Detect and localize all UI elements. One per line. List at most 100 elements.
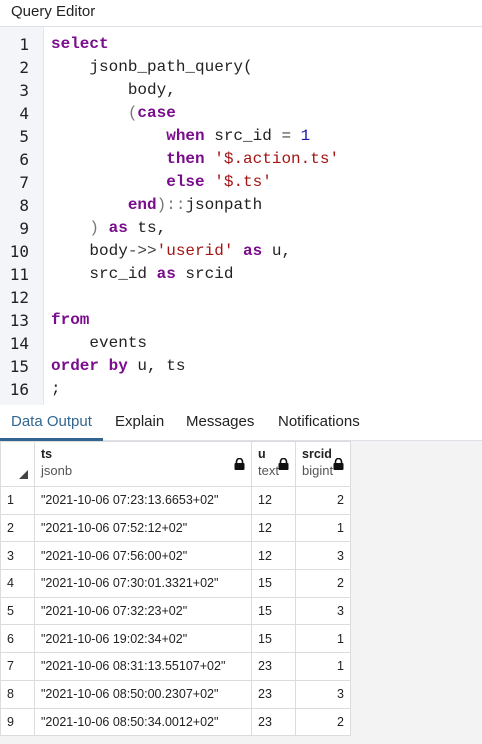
- table-row[interactable]: 3 "2021-10-06 07:56:00+02" 12 3: [0, 541, 351, 571]
- cell-u[interactable]: 23: [251, 652, 296, 681]
- cell-srcid[interactable]: 3: [295, 679, 351, 709]
- line-number: 15: [9, 357, 29, 376]
- cell-u[interactable]: 12: [251, 513, 296, 543]
- table-row[interactable]: 7 "2021-10-06 08:31:13.55107+02" 23 1: [0, 652, 351, 681]
- line-number: 1: [19, 35, 29, 54]
- cell-srcid[interactable]: 1: [295, 652, 351, 681]
- cell-u[interactable]: 23: [251, 679, 296, 709]
- code-token: ts,: [127, 219, 167, 237]
- code-line[interactable]: 10 body->>'userid' as u,: [0, 240, 482, 263]
- cell-srcid[interactable]: 2: [295, 569, 351, 598]
- code-line[interactable]: 16;: [0, 378, 482, 401]
- lock-icon: [278, 458, 289, 470]
- cell-u[interactable]: 15: [251, 569, 296, 598]
- cell-u[interactable]: 15: [251, 624, 296, 654]
- code-token: case: [137, 104, 176, 122]
- cell-ts[interactable]: "2021-10-06 08:31:13.55107+02": [34, 652, 252, 681]
- sql-editor[interactable]: 1 select 2 jsonb_path_query(3 body, 4 (case…: [0, 27, 482, 405]
- code-token: u, ts: [127, 357, 186, 375]
- cell-ts[interactable]: "2021-10-06 07:32:23+02": [34, 596, 252, 626]
- code-token: ->>: [127, 242, 157, 260]
- row-number-cell[interactable]: 1: [0, 486, 35, 515]
- table-row[interactable]: 1 "2021-10-06 07:23:13.6653+02" 12 2: [0, 486, 351, 515]
- code-token: u,: [262, 242, 292, 260]
- code-line[interactable]: 14 events: [0, 332, 482, 355]
- column-header-u[interactable]: u text: [251, 441, 296, 487]
- tab-messages[interactable]: Messages: [175, 405, 265, 441]
- line-number: 9: [19, 219, 29, 238]
- code-text: jsonb_path_query(: [51, 56, 252, 79]
- cell-ts[interactable]: "2021-10-06 19:02:34+02": [34, 624, 252, 654]
- code-token: (: [51, 104, 138, 122]
- cell-ts[interactable]: "2021-10-06 08:50:34.0012+02": [34, 707, 252, 737]
- line-number: 8: [19, 196, 29, 215]
- row-number-cell[interactable]: 2: [0, 513, 35, 543]
- code-line[interactable]: 7 else '$.ts': [0, 171, 482, 194]
- tab-data-output[interactable]: Data Output: [0, 405, 103, 441]
- cell-srcid[interactable]: 2: [295, 707, 351, 737]
- column-header-srcid[interactable]: srcid bigint: [295, 441, 351, 487]
- line-number: 11: [9, 265, 29, 284]
- select-all-corner-icon: [19, 470, 28, 479]
- cell-ts[interactable]: "2021-10-06 07:56:00+02": [34, 541, 252, 571]
- line-number: 10: [9, 242, 29, 261]
- row-number-cell[interactable]: 8: [0, 679, 35, 709]
- line-number: 13: [9, 311, 29, 330]
- row-number-cell[interactable]: 4: [0, 569, 35, 598]
- cell-u[interactable]: 12: [251, 541, 296, 571]
- row-number-cell[interactable]: 6: [0, 624, 35, 654]
- code-text: events: [51, 332, 147, 355]
- table-row[interactable]: 4 "2021-10-06 07:30:01.3321+02" 15 2: [0, 569, 351, 598]
- code-line[interactable]: 6 then '$.action.ts': [0, 148, 482, 171]
- cell-ts[interactable]: "2021-10-06 07:30:01.3321+02": [34, 569, 252, 598]
- table-row[interactable]: 5 "2021-10-06 07:32:23+02" 15 3: [0, 596, 351, 626]
- cell-srcid[interactable]: 3: [295, 541, 351, 571]
- cell-srcid[interactable]: 3: [295, 596, 351, 626]
- table-row[interactable]: 6 "2021-10-06 19:02:34+02" 15 1: [0, 624, 351, 654]
- code-token: srcid: [175, 265, 234, 283]
- cell-srcid[interactable]: 1: [295, 624, 351, 654]
- code-token: then: [166, 150, 205, 168]
- cell-u[interactable]: 12: [251, 486, 296, 515]
- cell-u[interactable]: 23: [251, 707, 296, 737]
- code-token: end: [127, 196, 157, 214]
- cell-srcid[interactable]: 1: [295, 513, 351, 543]
- row-number-cell[interactable]: 9: [0, 707, 35, 737]
- row-number-cell[interactable]: 5: [0, 596, 35, 626]
- column-header-ts[interactable]: ts jsonb: [34, 441, 252, 487]
- select-all-corner[interactable]: [0, 441, 35, 487]
- cell-u[interactable]: 15: [251, 596, 296, 626]
- cell-ts[interactable]: "2021-10-06 07:23:13.6653+02": [34, 486, 252, 515]
- cell-srcid[interactable]: 2: [295, 486, 351, 515]
- table-row[interactable]: 8 "2021-10-06 08:50:00.2307+02" 23 3: [0, 679, 351, 709]
- code-token: '$.action.ts': [214, 150, 340, 168]
- cell-ts[interactable]: "2021-10-06 07:52:12+02": [34, 513, 252, 543]
- tab-explain[interactable]: Explain: [104, 405, 175, 441]
- table-row[interactable]: 9 "2021-10-06 08:50:34.0012+02" 23 2: [0, 707, 351, 737]
- row-number-cell[interactable]: 3: [0, 541, 35, 571]
- code-line[interactable]: 12: [0, 286, 482, 309]
- results-grid: ts jsonb u text srcid bigint 1 "2021-10-…: [0, 441, 351, 737]
- line-number: 14: [9, 334, 29, 353]
- code-token: select: [51, 35, 109, 53]
- table-row[interactable]: 2 "2021-10-06 07:52:12+02" 12 1: [0, 513, 351, 543]
- code-token: ): [89, 219, 100, 237]
- code-line[interactable]: 1 select: [0, 33, 482, 56]
- code-line[interactable]: 2 jsonb_path_query(: [0, 56, 482, 79]
- code-text: from: [51, 309, 89, 332]
- cell-ts[interactable]: "2021-10-06 08:50:00.2307+02": [34, 679, 252, 709]
- code-line[interactable]: 15 order by u, ts: [0, 355, 482, 378]
- code-line[interactable]: 9 ) as ts,: [0, 217, 482, 240]
- code-line[interactable]: 11 src_id as srcid: [0, 263, 482, 286]
- code-line[interactable]: 13 from: [0, 309, 482, 332]
- code-line[interactable]: 3 body,: [0, 79, 482, 102]
- code-line[interactable]: 8 end)::jsonpath: [0, 194, 482, 217]
- row-number-cell[interactable]: 7: [0, 652, 35, 681]
- code-text: (case: [51, 102, 176, 125]
- code-line[interactable]: 5 when src_id = 1: [0, 125, 482, 148]
- tab-notifications[interactable]: Notifications: [267, 405, 371, 441]
- code-line[interactable]: 4 (case: [0, 102, 482, 125]
